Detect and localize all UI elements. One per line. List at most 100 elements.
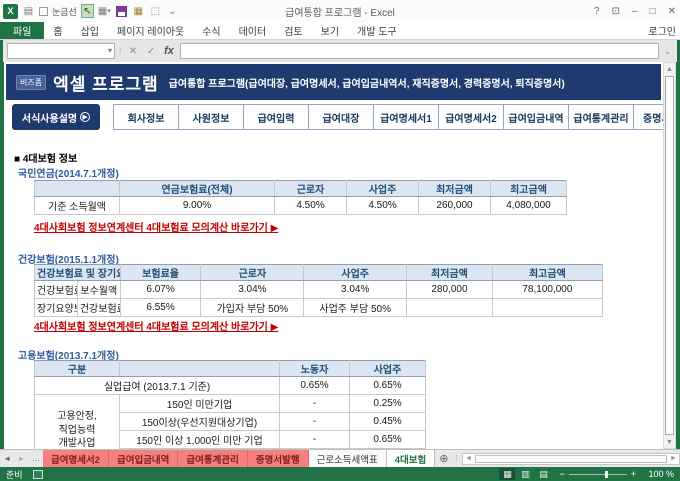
hscroll-left-icon[interactable]: ◄ xyxy=(463,455,474,462)
cell[interactable]: 6.07% xyxy=(119,280,202,299)
horizontal-scrollbar[interactable]: ◄ ► xyxy=(462,452,680,465)
nav-pay-input-button[interactable]: 급여입력 xyxy=(243,104,309,130)
zoom-out-icon[interactable]: − xyxy=(559,469,564,479)
cursor-select-icon[interactable]: ↖ xyxy=(80,4,94,18)
tab-file[interactable]: 파일 xyxy=(0,22,45,39)
tab-insert[interactable]: 삽입 xyxy=(72,22,108,39)
cell[interactable]: 150이상(우선지원대상기업) xyxy=(119,412,280,431)
window-icon[interactable]: ▤ xyxy=(22,4,35,18)
page-break-view-icon[interactable]: ▤ xyxy=(535,468,551,480)
vertical-scrollbar[interactable]: ▲ ▼ xyxy=(663,62,676,449)
minimize-button[interactable]: – xyxy=(632,6,638,17)
worksheet[interactable]: 비즈폼 엑셀 프로그램 급여통합 프로그램(급여대장, 급여명세서, 급여입금내… xyxy=(4,62,663,449)
cell[interactable]: 6.55% xyxy=(119,298,202,317)
cell[interactable]: 건강보험료 xyxy=(34,280,78,299)
tab-view[interactable]: 보기 xyxy=(312,22,348,39)
vertical-scroll-thumb[interactable] xyxy=(665,76,674,435)
cell[interactable]: - xyxy=(279,412,350,431)
zoom-level[interactable]: 100 % xyxy=(640,469,674,479)
cell[interactable]: 4,080,000 xyxy=(490,196,567,215)
insert-function-icon[interactable]: fx xyxy=(162,45,177,57)
cell-picker-icon[interactable]: ▦ ▾ xyxy=(98,4,111,18)
cell[interactable] xyxy=(491,298,604,317)
cell[interactable]: 가입자 부담 50% xyxy=(200,298,305,317)
formula-input[interactable] xyxy=(179,43,660,59)
cell[interactable]: 280,000 xyxy=(406,280,493,299)
cell[interactable]: 건강보험료 xyxy=(76,298,121,317)
new-sheet-icon[interactable]: ⊕ xyxy=(435,450,452,467)
sheet-tab-taxtable[interactable]: 근로소득세액표 xyxy=(308,450,387,467)
horizontal-scroll-thumb[interactable] xyxy=(475,454,667,463)
cell[interactable]: 4.50% xyxy=(274,196,347,215)
page-layout-view-icon[interactable]: ▥ xyxy=(517,468,533,480)
cell[interactable]: 3.04% xyxy=(200,280,305,299)
protect-sheet-icon[interactable]: ▦ xyxy=(132,4,145,18)
gridlines-checkbox[interactable] xyxy=(39,6,48,16)
namebox-dropdown-icon[interactable]: ▾ xyxy=(108,46,112,55)
employment-group-cell[interactable]: 고용안정, 직업능력 개발사업 xyxy=(34,394,120,449)
cell[interactable]: 장기요양보험료 xyxy=(34,298,78,317)
zoom-slider-thumb[interactable] xyxy=(605,470,609,478)
cell[interactable]: 78,100,000 xyxy=(491,280,604,299)
cell[interactable]: 0.65% xyxy=(279,376,350,395)
insurance-calc-link-1[interactable]: 4대사회보험 정보연계센터 4대보험료 모의계산 바로가기 ▶ xyxy=(34,219,278,234)
cell[interactable]: 0.25% xyxy=(349,394,426,413)
nav-pay-slip1-button[interactable]: 급여명세서1 xyxy=(373,104,439,130)
nav-pay-slip2-button[interactable]: 급여명세서2 xyxy=(438,104,504,130)
tab-formulas[interactable]: 수식 xyxy=(193,22,229,39)
qat-customize-icon[interactable]: ⌄ xyxy=(166,4,179,18)
cancel-icon[interactable]: ✕ xyxy=(126,46,141,57)
sheet-tab-insurance-active[interactable]: 4대보험 xyxy=(386,450,436,467)
usage-guide-button[interactable]: 서식사용설명 ▶ xyxy=(12,104,100,130)
sheet-overflow-icon[interactable]: … xyxy=(29,450,43,467)
tab-developer[interactable]: 개발 도구 xyxy=(348,22,406,39)
macro-record-icon[interactable] xyxy=(32,469,43,479)
scroll-down-icon[interactable]: ▼ xyxy=(664,436,675,448)
insurance-calc-link-2[interactable]: 4대사회보험 정보연계센터 4대보험료 모의계산 바로가기 ▶ xyxy=(34,318,278,333)
cell[interactable]: 150인 이상 1,000인 미만 기업 xyxy=(119,430,280,449)
nav-pay-ledger-button[interactable]: 급여대장 xyxy=(308,104,374,130)
cell[interactable]: 기준 소득월액 xyxy=(34,196,120,215)
close-button[interactable]: ✕ xyxy=(668,6,676,17)
cell[interactable]: 실업급여 (2013.7.1 기준) xyxy=(34,376,280,395)
sheet-tab-deposit[interactable]: 급여입금내역 xyxy=(108,450,179,467)
cell[interactable]: 3.04% xyxy=(303,280,408,299)
cell[interactable]: - xyxy=(279,430,350,449)
zoom-in-icon[interactable]: + xyxy=(631,469,636,479)
maximize-button[interactable]: □ xyxy=(650,6,656,17)
cell[interactable]: - xyxy=(279,394,350,413)
tab-page-layout[interactable]: 페이지 레이아웃 xyxy=(108,22,193,39)
formula-expand-icon[interactable]: ⌄ xyxy=(662,47,673,56)
cell[interactable] xyxy=(406,298,493,317)
hscroll-right-icon[interactable]: ► xyxy=(668,455,679,462)
nav-pay-stats-button[interactable]: 급여통계관리 xyxy=(568,104,634,130)
cell[interactable]: 보수월액 xyxy=(76,280,121,299)
login-link[interactable]: 로그인 xyxy=(648,22,680,39)
save-icon[interactable] xyxy=(115,4,128,18)
nav-employee-info-button[interactable]: 사원정보 xyxy=(178,104,244,130)
tab-review[interactable]: 검토 xyxy=(275,22,311,39)
enter-icon[interactable]: ✓ xyxy=(144,46,159,57)
tab-scrollbar-splitter[interactable]: ⁞ xyxy=(452,450,460,467)
cell[interactable]: 150인 미만기업 xyxy=(119,394,280,413)
cell[interactable]: 0.45% xyxy=(349,412,426,431)
cell[interactable]: 0.65% xyxy=(349,430,426,449)
normal-view-icon[interactable]: ▦ xyxy=(499,468,516,480)
sheet-tab-certificate[interactable]: 증명서발행 xyxy=(247,450,309,467)
name-box[interactable]: ▾ xyxy=(7,43,115,59)
sheet-tab-stats[interactable]: 급여통계관리 xyxy=(178,450,248,467)
nav-company-info-button[interactable]: 회사정보 xyxy=(113,104,179,130)
tab-data[interactable]: 데이터 xyxy=(230,22,276,39)
cell[interactable]: 사업주 부담 50% xyxy=(303,298,408,317)
cell[interactable]: 260,000 xyxy=(418,196,491,215)
cell[interactable]: 9.00% xyxy=(119,196,275,215)
sheet-tab-payslip2[interactable]: 급여명세서2 xyxy=(42,450,109,467)
scroll-up-icon[interactable]: ▲ xyxy=(664,63,675,75)
marquee-icon[interactable]: ⬚ xyxy=(149,4,162,18)
zoom-slider[interactable] xyxy=(568,470,627,478)
ribbon-display-options-button[interactable]: ⊡ xyxy=(612,6,620,17)
help-button[interactable]: ? xyxy=(594,6,600,17)
cell[interactable]: 4.50% xyxy=(346,196,419,215)
sheet-prev-icon[interactable]: ◄ xyxy=(0,450,14,467)
nav-certificate-button[interactable]: 증명서발행 xyxy=(633,104,663,130)
